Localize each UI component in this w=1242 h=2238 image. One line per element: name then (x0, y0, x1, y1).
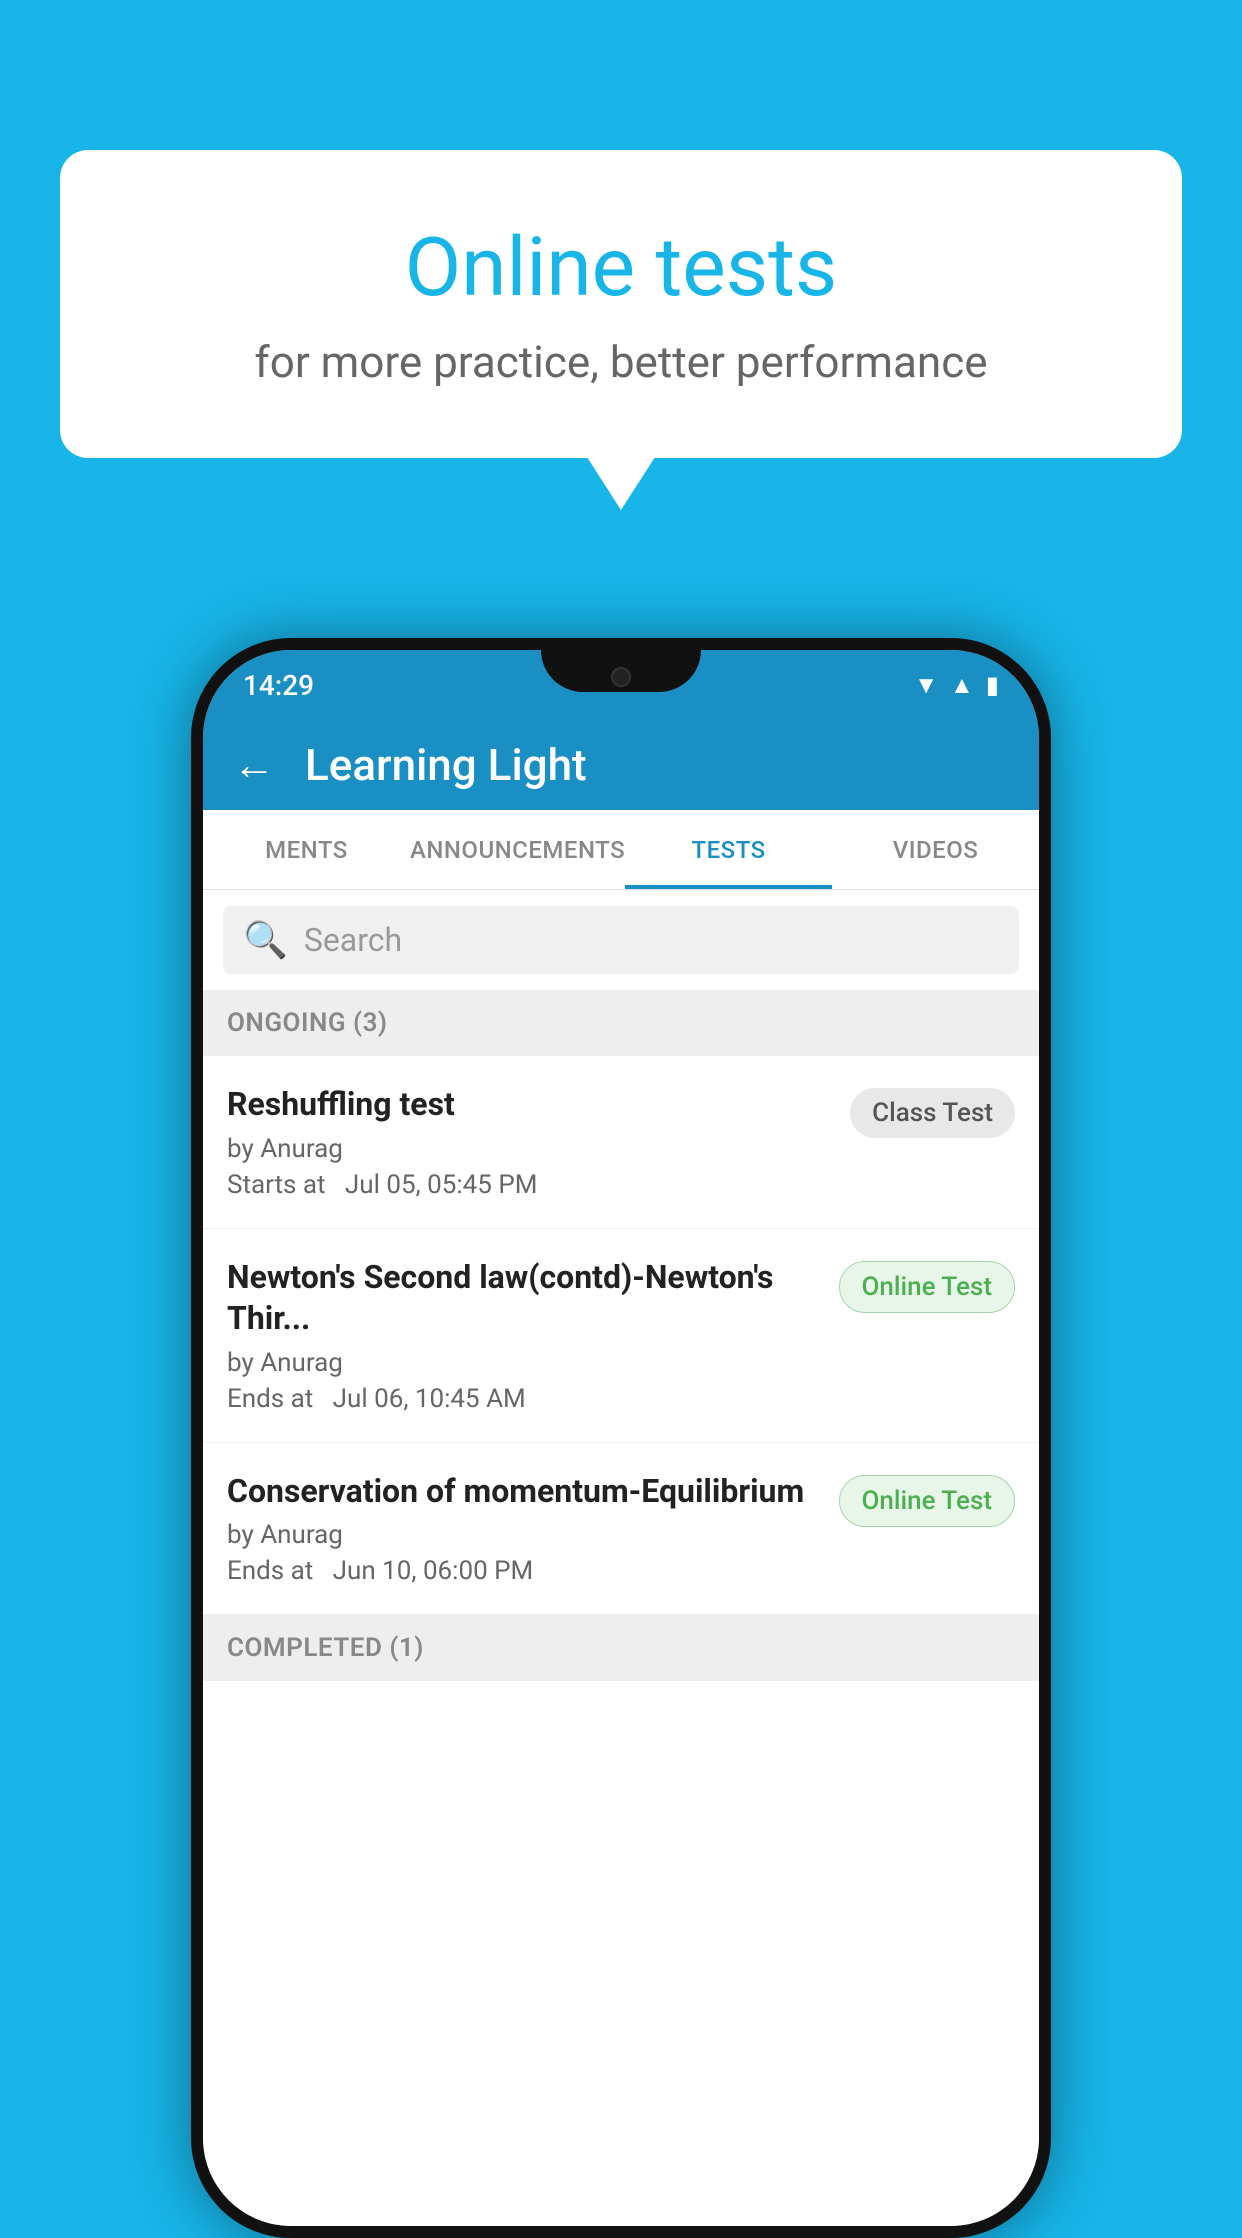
app-title: Learning Light (305, 739, 587, 791)
ongoing-section-header: ONGOING (3) (203, 990, 1039, 1056)
test-badge-2: Online Test (839, 1261, 1016, 1313)
status-time: 14:29 (243, 669, 314, 702)
test-info-2: Newton's Second law(contd)-Newton's Thir… (227, 1257, 823, 1414)
test-item-2[interactable]: Newton's Second law(contd)-Newton's Thir… (203, 1229, 1039, 1443)
wifi-icon: ▼ (914, 671, 938, 700)
test-name-2: Newton's Second law(contd)-Newton's Thir… (227, 1257, 823, 1340)
tab-videos-label: VIDEOS (893, 836, 979, 864)
back-button[interactable]: ← (233, 741, 275, 790)
phone-screen: 14:29 ▼ ▲ ▮ ← Learning Light MENTS ANNOU… (203, 650, 1039, 2226)
completed-section-header: COMPLETED (1) (203, 1615, 1039, 1681)
tab-ments-label: MENTS (265, 836, 348, 864)
test-item-1[interactable]: Reshuffling test by Anurag Starts at Jul… (203, 1056, 1039, 1229)
test-badge-3: Online Test (839, 1475, 1016, 1527)
test-name-3: Conservation of momentum-Equilibrium (227, 1471, 823, 1513)
signal-icon: ▲ (950, 671, 974, 700)
test-time-1: Starts at Jul 05, 05:45 PM (227, 1170, 834, 1200)
tab-bar: MENTS ANNOUNCEMENTS TESTS VIDEOS (203, 810, 1039, 890)
status-bar: 14:29 ▼ ▲ ▮ (203, 650, 1039, 720)
test-name-1: Reshuffling test (227, 1084, 834, 1126)
search-icon: 🔍 (243, 919, 288, 961)
test-info-1: Reshuffling test by Anurag Starts at Jul… (227, 1084, 834, 1200)
speech-bubble: Online tests for more practice, better p… (60, 150, 1182, 458)
battery-icon: ▮ (986, 671, 999, 699)
test-author-1: by Anurag (227, 1134, 834, 1164)
tab-announcements[interactable]: ANNOUNCEMENTS (410, 810, 625, 889)
tab-tests-label: TESTS (691, 836, 765, 864)
search-wrapper[interactable]: 🔍 Search (223, 906, 1019, 974)
tab-tests[interactable]: TESTS (625, 810, 832, 889)
app-header: ← Learning Light (203, 720, 1039, 810)
test-info-3: Conservation of momentum-Equilibrium by … (227, 1471, 823, 1587)
tests-list: Reshuffling test by Anurag Starts at Jul… (203, 1056, 1039, 2226)
bubble-subtitle: for more practice, better performance (140, 336, 1102, 388)
test-badge-1: Class Test (850, 1088, 1015, 1138)
search-container: 🔍 Search (203, 890, 1039, 990)
tab-videos[interactable]: VIDEOS (832, 810, 1039, 889)
tab-ments[interactable]: MENTS (203, 810, 410, 889)
bubble-title: Online tests (140, 220, 1102, 316)
tab-announcements-label: ANNOUNCEMENTS (410, 836, 625, 864)
phone-frame: 14:29 ▼ ▲ ▮ ← Learning Light MENTS ANNOU… (191, 638, 1051, 2238)
speech-bubble-container: Online tests for more practice, better p… (60, 150, 1182, 458)
notch-camera (611, 667, 631, 687)
test-time-2: Ends at Jul 06, 10:45 AM (227, 1384, 823, 1414)
status-icons: ▼ ▲ ▮ (914, 671, 999, 700)
test-item-3[interactable]: Conservation of momentum-Equilibrium by … (203, 1443, 1039, 1616)
notch (541, 650, 701, 692)
test-author-2: by Anurag (227, 1348, 823, 1378)
test-time-3: Ends at Jun 10, 06:00 PM (227, 1556, 823, 1586)
test-author-3: by Anurag (227, 1520, 823, 1550)
search-placeholder: Search (304, 921, 402, 959)
